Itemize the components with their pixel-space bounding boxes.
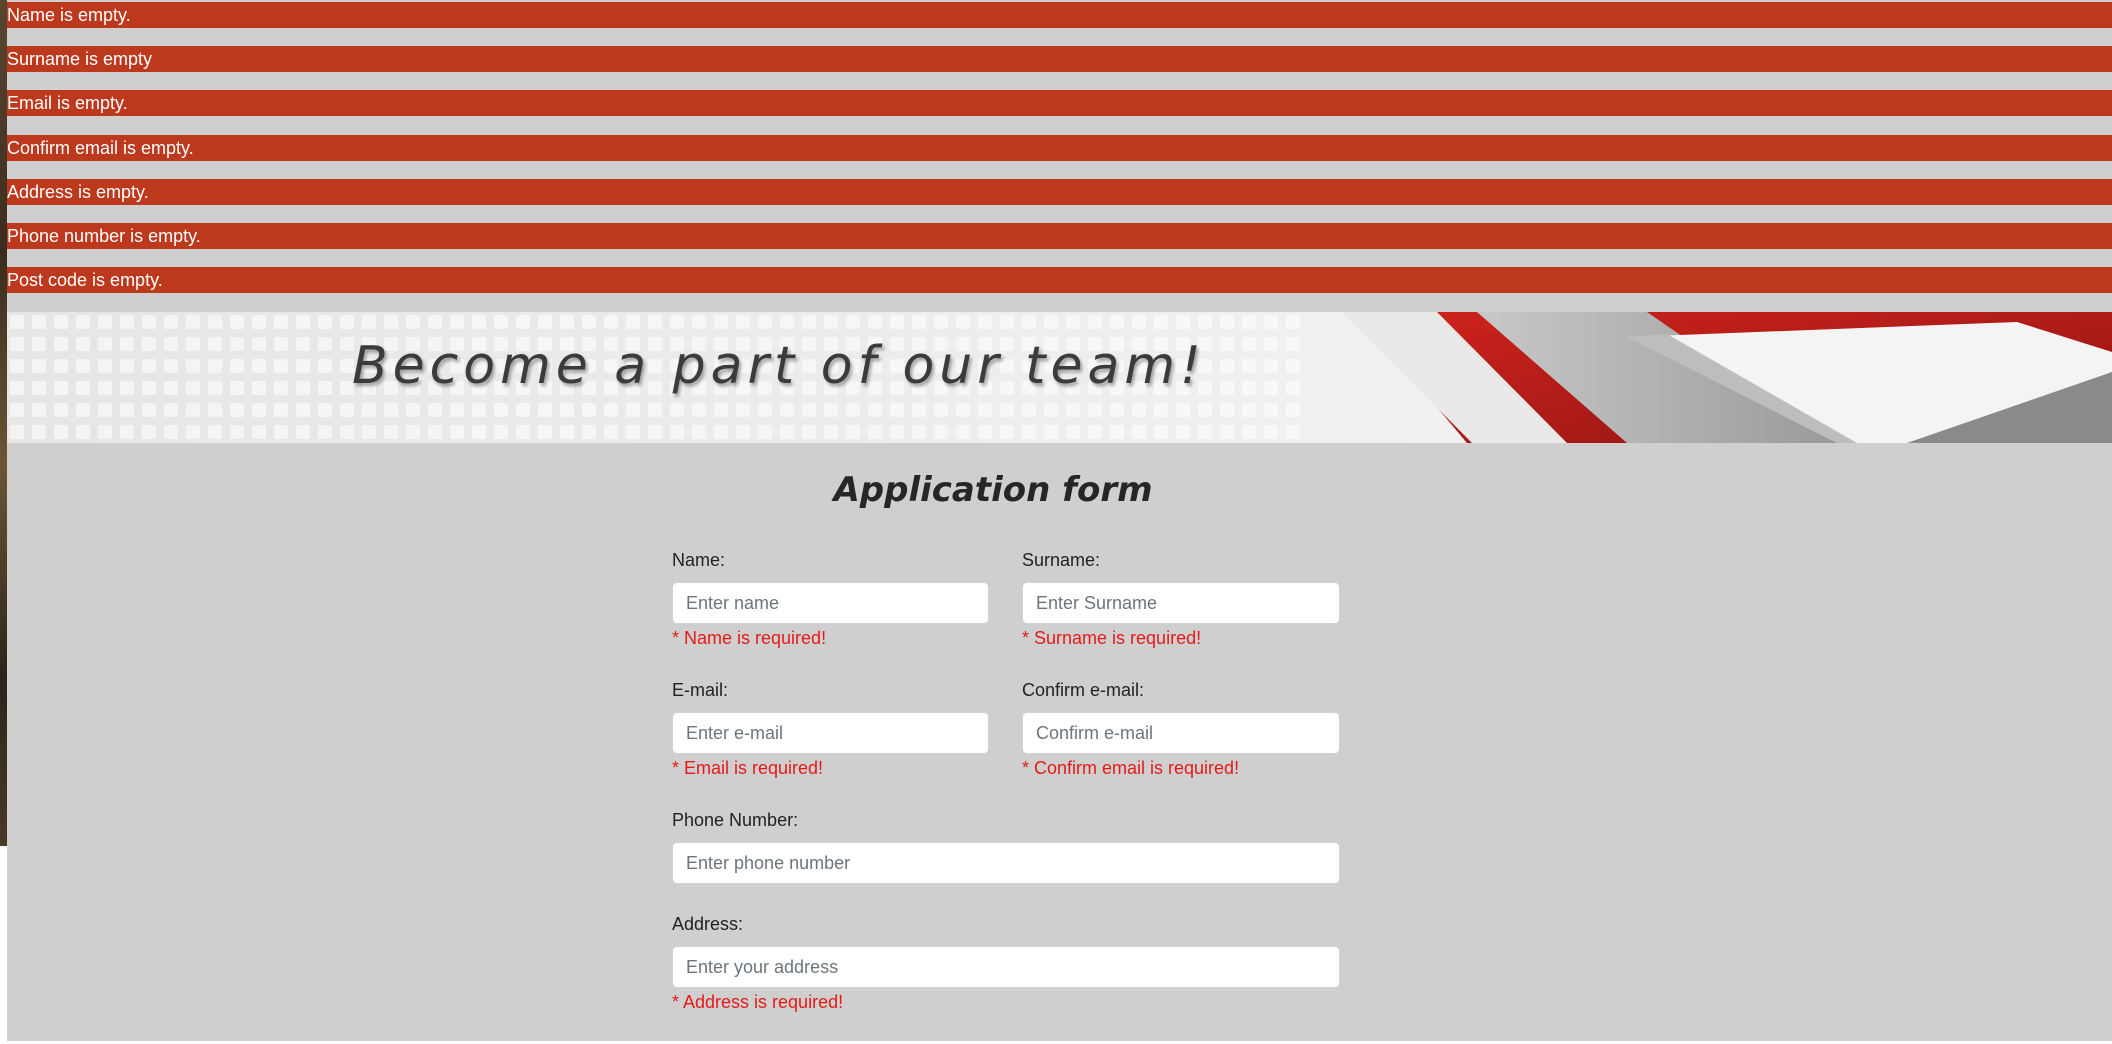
name-label: Name: (672, 550, 726, 570)
name-error: * Name is required! (672, 628, 827, 648)
phone-input[interactable] (672, 842, 1340, 884)
form-title: Application form (833, 470, 1153, 510)
phone-label: Phone Number: (672, 810, 799, 830)
page: Name is empty. Surname is empty Email is… (7, 0, 2112, 1041)
header-banner: Become a part of our team! (7, 312, 2112, 443)
email-input[interactable] (672, 712, 989, 754)
name-input[interactable] (672, 582, 989, 624)
confirm-email-label: Confirm e-mail: (1022, 680, 1145, 700)
error-message: Surname is empty (7, 46, 2112, 73)
confirm-email-input[interactable] (1022, 712, 1340, 754)
error-message: Name is empty. (7, 2, 2112, 28)
surname-input[interactable] (1022, 582, 1340, 624)
error-message: Post code is empty. (7, 267, 2112, 294)
error-list: Name is empty. Surname is empty Email is… (7, 2, 2112, 311)
address-label: Address: (672, 914, 744, 934)
address-input[interactable] (672, 946, 1340, 988)
address-error: * Address is required! (672, 992, 844, 1012)
background-image-edge (0, 0, 7, 846)
error-message: Phone number is empty. (7, 222, 2112, 249)
surname-error: * Surname is required! (1022, 628, 1202, 648)
email-error: * Email is required! (672, 758, 824, 778)
confirm-email-error: * Confirm email is required! (1022, 758, 1240, 778)
error-message: Confirm email is empty. (7, 134, 2112, 161)
error-message: Address is empty. (7, 178, 2112, 205)
banner-slogan: Become a part of our team! (352, 336, 1206, 396)
email-label: E-mail: (672, 680, 729, 700)
error-message: Email is empty. (7, 90, 2112, 117)
surname-label: Surname: (1022, 550, 1101, 570)
